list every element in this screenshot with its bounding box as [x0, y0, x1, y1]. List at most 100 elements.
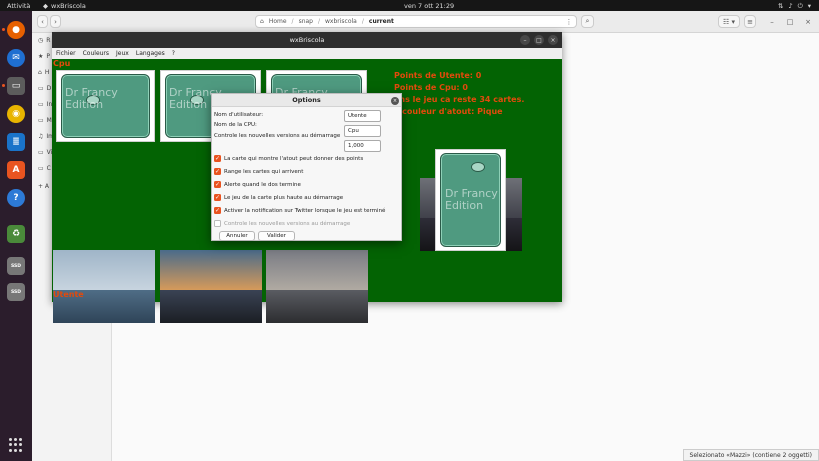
cpu-name-label: Nom de la CPU: [214, 122, 257, 128]
sidebar-item[interactable]: ▭ M [38, 117, 52, 124]
more-icon[interactable]: ⋮ [563, 15, 575, 28]
dialog-title: Options [212, 94, 401, 107]
app-menu[interactable]: ◆ wxBriscola [43, 2, 86, 10]
minimize-icon[interactable]: – [767, 15, 777, 28]
sidebar-item[interactable]: ▭ C [38, 165, 51, 172]
folder-icon: ▭ [38, 165, 44, 172]
checkbox-twitter-notification[interactable]: ✓ Activer la notification sur Twitter lor… [214, 207, 385, 214]
breadcrumb-item[interactable]: wxbriscola [325, 18, 357, 25]
close-icon[interactable]: × [391, 97, 399, 105]
clock-icon: ◷ [38, 37, 44, 44]
checkmark-icon: ✓ [214, 181, 221, 188]
ssd-drive-icon[interactable]: SSD [7, 283, 25, 301]
firefox-icon[interactable]: ● [2, 21, 25, 39]
checkbox-sort-cards[interactable]: ✓ Range les cartes qui arrivent [214, 168, 303, 175]
thunderbird-icon[interactable]: ✉ [7, 49, 25, 67]
ssd-drive-icon[interactable]: SSD [7, 257, 25, 275]
score-cpu: Points de Cpu: 0 [394, 83, 468, 92]
volume-icon: ♪ [788, 2, 793, 10]
rhythmbox-icon[interactable]: ◉ [7, 105, 25, 123]
star-icon: ★ [38, 53, 44, 60]
sidebar-item[interactable]: ⌂ H [38, 69, 49, 76]
trash-icon[interactable]: ♻ [7, 225, 25, 243]
trump-suit: a couleur d'atout: Pique [394, 107, 503, 116]
bug-icon [471, 162, 485, 172]
deck-card[interactable]: Dr Francy Edition [435, 149, 506, 251]
clock[interactable]: ven 7 ott 21:29 [404, 2, 454, 10]
home-icon: ⌂ [38, 69, 42, 76]
sidebar-item[interactable]: ▭ Vi [38, 149, 52, 156]
close-icon[interactable]: × [803, 15, 813, 28]
folder-icon: ▭ [38, 149, 44, 156]
sidebar-item[interactable]: ★ P [38, 53, 50, 60]
breadcrumb-item[interactable]: snap [299, 18, 313, 25]
folder-icon: ▭ [38, 101, 44, 108]
cpu-card: Dr Francy Edition [56, 70, 155, 142]
user-card[interactable] [160, 250, 262, 323]
breadcrumb-item[interactable]: Home [269, 18, 287, 25]
menu-icon[interactable]: ≡ [744, 15, 756, 28]
menu-item-colors[interactable]: Couleurs [83, 50, 109, 57]
checkbox-deck-alert[interactable]: ✓ Alerte quand le dos termine [214, 181, 301, 188]
writer-icon[interactable]: ≣ [7, 133, 25, 151]
menu-item-file[interactable]: Fichier [56, 50, 76, 57]
maximize-icon[interactable]: □ [534, 35, 544, 45]
options-dialog: Options × Nom d'utilisateur: Utente Nom … [211, 93, 402, 241]
checkbox-empty-icon [214, 220, 221, 227]
checkmark-icon: ✓ [214, 194, 221, 201]
checkbox-label: Le jeu de la carte plus haute au démarra… [224, 194, 344, 201]
sidebar-item[interactable]: ▭ In [38, 101, 52, 108]
sidebar-item[interactable]: ◷ R [38, 37, 50, 44]
breadcrumb-current[interactable]: current [369, 18, 394, 25]
sidebar-item[interactable]: ▭ D [38, 85, 51, 92]
cpu-name-field[interactable]: Cpu [344, 125, 381, 137]
home-icon: ⌂ [260, 18, 264, 25]
forward-button[interactable]: › [50, 15, 61, 28]
sidebar-item-label: R [46, 37, 51, 44]
chevron-down-icon: ▾ [807, 2, 811, 10]
close-icon[interactable]: × [548, 35, 558, 45]
folder-icon: ▭ [38, 85, 44, 92]
checkbox-label: Range les cartes qui arrivent [224, 168, 304, 175]
show-apps-icon[interactable] [9, 438, 23, 452]
sidebar-item-label: P [46, 53, 51, 60]
folder-icon: ▭ [38, 117, 44, 124]
app-center-icon[interactable]: A [7, 161, 25, 179]
menu-item-help[interactable]: ? [172, 50, 175, 57]
help-icon[interactable]: ? [7, 189, 25, 207]
maximize-icon[interactable]: □ [785, 15, 795, 28]
update-interval-field[interactable]: 1,000 [344, 140, 381, 152]
checkbox-trump-points[interactable]: ✓ La carte qui montre l'atout peut donner… [214, 155, 363, 162]
search-icon[interactable]: ⌕ [581, 15, 594, 28]
back-button[interactable]: ‹ [37, 15, 48, 28]
files-icon[interactable]: ▭ [2, 77, 25, 95]
system-tray[interactable]: ⇅ ♪ ⏻ ▾ [778, 2, 811, 11]
network-icon: ⇅ [777, 2, 784, 10]
sidebar-item-label: + A [38, 183, 50, 190]
breadcrumb[interactable]: ⌂ Home / snap / wxbriscola / current [255, 15, 577, 28]
menu-item-games[interactable]: Jeux [116, 50, 129, 57]
status-bar: Selezionato «Mazzi» (contiene 2 oggetti) [682, 449, 819, 461]
remaining-cards: ans le jeu ca reste 34 cartes. [394, 95, 525, 104]
card-back-text: Dr Francy Edition [445, 187, 498, 212]
checkmark-icon: ✓ [214, 155, 221, 162]
power-icon: ⏻ [797, 2, 803, 10]
user-label: Utente [53, 290, 84, 299]
checkmark-icon: ✓ [214, 168, 221, 175]
checkbox-check-updates[interactable]: Controle les nouvelles versions au démar… [214, 220, 350, 227]
username-field[interactable]: Utente [344, 110, 381, 122]
top-bar: Attività ◆ wxBriscola ven 7 ott 21:29 ⇅ … [0, 0, 819, 11]
user-card[interactable] [266, 250, 368, 323]
minimize-icon[interactable]: – [520, 35, 530, 45]
ok-button[interactable]: Valider [258, 231, 295, 241]
checkbox-label: La carte qui montre l'atout peut donner … [224, 155, 364, 162]
checkbox-highest-card[interactable]: ✓ Le jeu de la carte plus haute au démarr… [214, 194, 343, 201]
sidebar-item[interactable]: + A [38, 183, 49, 190]
user-card[interactable] [53, 250, 155, 323]
view-options-button[interactable]: ☷ ▾ [718, 15, 740, 28]
cancel-button[interactable]: Annuler [219, 231, 255, 241]
menu-item-languages[interactable]: Langages [136, 50, 165, 57]
sidebar-item-label: H [44, 69, 50, 76]
app-icon: ◆ [43, 2, 48, 10]
activities-button[interactable]: Attività [7, 2, 30, 10]
